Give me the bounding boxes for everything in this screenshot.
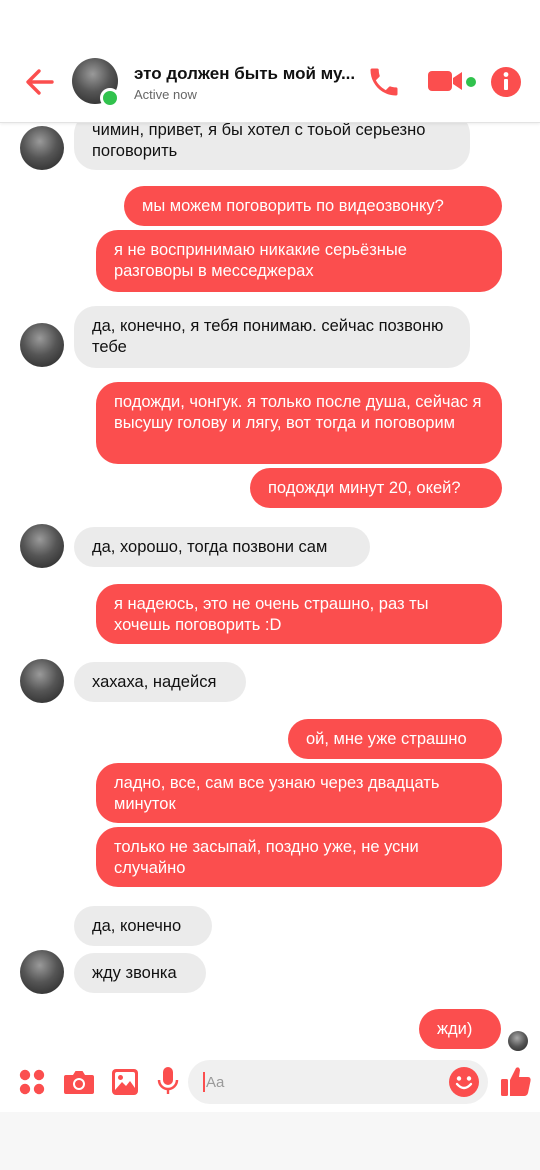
contact-avatar[interactable] xyxy=(20,659,64,703)
contact-avatar[interactable] xyxy=(20,524,64,568)
video-camera-icon[interactable] xyxy=(426,66,466,96)
contact-avatar[interactable] xyxy=(20,126,64,170)
message-bubble-outgoing[interactable]: жди) xyxy=(419,1009,501,1049)
online-indicator xyxy=(100,88,120,108)
image-icon[interactable] xyxy=(111,1068,139,1096)
message-bubble-outgoing[interactable]: только не засыпай, поздно уже, не усни с… xyxy=(96,827,502,887)
phone-icon[interactable] xyxy=(366,64,402,100)
bottom-area xyxy=(0,1112,540,1170)
message-bubble-incoming[interactable]: да, конечно xyxy=(74,906,212,946)
message-bubble-incoming[interactable]: хахаха, надейся xyxy=(74,662,246,702)
thumbs-up-icon[interactable] xyxy=(500,1064,532,1098)
back-arrow-icon[interactable] xyxy=(22,64,58,100)
microphone-icon[interactable] xyxy=(157,1066,179,1096)
grid-icon[interactable] xyxy=(18,1068,46,1096)
message-bubble-outgoing[interactable]: я не воспринимаю никакие серьёзные разго… xyxy=(96,230,502,292)
message-input[interactable] xyxy=(188,1060,488,1104)
message-bubble-outgoing[interactable]: ой, мне уже страшно xyxy=(288,719,502,759)
message-bubble-incoming[interactable]: жду звонка xyxy=(74,953,206,993)
seen-avatar xyxy=(508,1031,528,1051)
contact-name[interactable]: это должен быть мой му... xyxy=(134,64,356,84)
emoji-icon[interactable] xyxy=(448,1066,480,1098)
message-bubble-outgoing[interactable]: подожди минут 20, окей? xyxy=(250,468,502,508)
contact-avatar[interactable] xyxy=(20,323,64,367)
message-bubble-incoming[interactable]: да, конечно, я тебя понимаю. сейчас позв… xyxy=(74,306,470,368)
contact-avatar[interactable] xyxy=(20,950,64,994)
text-cursor xyxy=(203,1072,205,1092)
message-bubble-outgoing[interactable]: подожди, чонгук. я только после душа, се… xyxy=(96,382,502,464)
active-status: Active now xyxy=(134,87,197,102)
message-bubble-outgoing[interactable]: я надеюсь, это не очень страшно, раз ты … xyxy=(96,584,502,644)
message-input-placeholder: Aa xyxy=(206,1074,225,1091)
chat-header: это должен быть мой му... Active now xyxy=(0,0,540,123)
info-icon[interactable] xyxy=(490,66,522,98)
message-bubble-outgoing[interactable]: ладно, все, сам все узнаю через двадцать… xyxy=(96,763,502,823)
video-active-dot xyxy=(466,77,476,87)
camera-icon[interactable] xyxy=(63,1068,95,1096)
message-bubble-incoming[interactable]: да, хорошо, тогда позвони сам xyxy=(74,527,370,567)
message-bubble-outgoing[interactable]: мы можем поговорить по видеозвонку? xyxy=(124,186,502,226)
